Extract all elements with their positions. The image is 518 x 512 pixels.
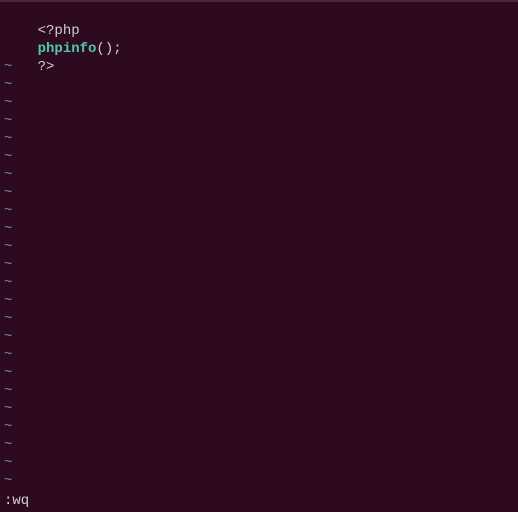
code-line-1: <?php	[4, 4, 514, 22]
empty-line-tilde: ~	[4, 130, 514, 148]
php-open-tag: <?php	[38, 23, 80, 39]
empty-line-tilde: ~	[4, 94, 514, 112]
empty-line-tilde: ~	[4, 76, 514, 94]
php-close-tag: ?>	[38, 59, 55, 75]
empty-line-tilde: ~	[4, 418, 514, 436]
empty-line-tilde: ~	[4, 436, 514, 454]
empty-line-tilde: ~	[4, 238, 514, 256]
vim-command-line[interactable]: :wq	[4, 492, 29, 510]
empty-line-tilde: ~	[4, 328, 514, 346]
empty-line-tilde: ~	[4, 202, 514, 220]
empty-line-tilde: ~	[4, 472, 514, 490]
empty-line-tilde: ~	[4, 310, 514, 328]
empty-line-tilde: ~	[4, 274, 514, 292]
empty-line-tilde: ~	[4, 166, 514, 184]
code-line-2: phpinfo();	[4, 22, 514, 40]
empty-line-tilde: ~	[4, 112, 514, 130]
empty-line-tilde: ~	[4, 220, 514, 238]
empty-line-tilde: ~	[4, 490, 514, 492]
empty-line-tilde: ~	[4, 364, 514, 382]
empty-line-tilde: ~	[4, 382, 514, 400]
empty-line-tilde: ~	[4, 184, 514, 202]
empty-line-tilde: ~	[4, 454, 514, 472]
php-parentheses: ();	[96, 41, 121, 57]
empty-line-tilde: ~	[4, 58, 514, 76]
empty-line-tilde: ~	[4, 148, 514, 166]
empty-line-tilde: ~	[4, 400, 514, 418]
empty-line-tilde: ~	[4, 292, 514, 310]
php-function-name: phpinfo	[38, 41, 97, 57]
editor-area[interactable]: <?php phpinfo(); ?> ~~~~~~~~~~~~~~~~~~~~…	[0, 2, 518, 492]
empty-line-tilde: ~	[4, 256, 514, 274]
empty-line-tilde: ~	[4, 346, 514, 364]
